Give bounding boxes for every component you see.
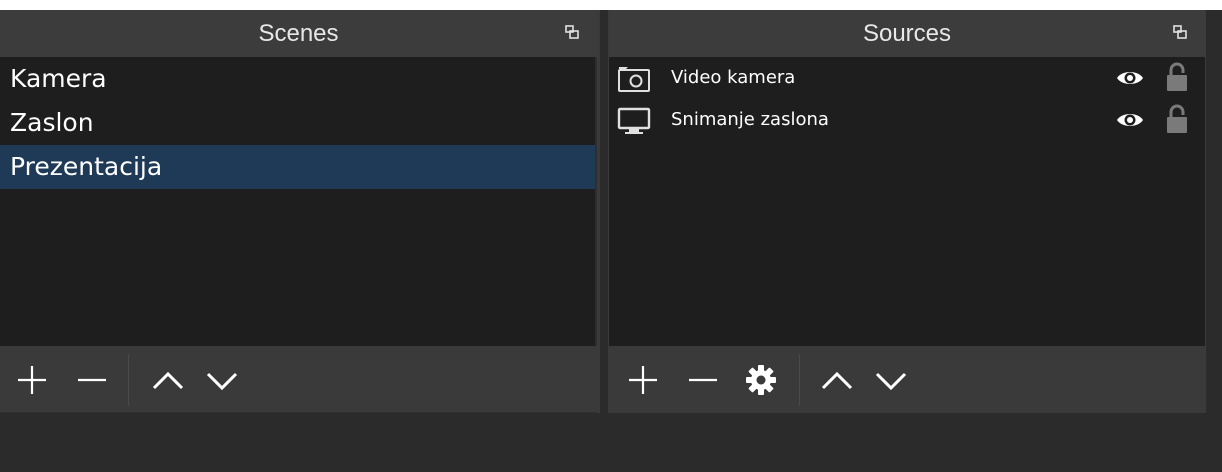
sources-list[interactable]: Video kamera Snimanje zaslona bbox=[609, 57, 1205, 346]
visibility-eye-icon[interactable] bbox=[1115, 67, 1145, 89]
source-item-snimanje-zaslona[interactable]: Snimanje zaslona bbox=[609, 99, 1205, 141]
remove-source-button[interactable] bbox=[683, 360, 723, 400]
add-source-button[interactable] bbox=[623, 360, 663, 400]
camera-icon bbox=[618, 67, 650, 92]
lock-open-icon[interactable] bbox=[1165, 103, 1189, 135]
source-properties-gear-icon[interactable] bbox=[741, 360, 781, 400]
undock-icon[interactable] bbox=[565, 25, 579, 39]
source-label: Snimanje zaslona bbox=[671, 109, 829, 130]
scenes-list[interactable]: Kamera Zaslon Prezentacija bbox=[0, 57, 595, 346]
lock-open-icon[interactable] bbox=[1165, 61, 1189, 93]
scene-item-zaslon[interactable]: Zaslon bbox=[0, 101, 595, 145]
scene-item-kamera[interactable]: Kamera bbox=[0, 57, 595, 101]
scenes-dock-title: Scenes bbox=[0, 10, 597, 57]
scene-label: Prezentacija bbox=[10, 152, 163, 181]
scene-label: Kamera bbox=[10, 64, 107, 93]
monitor-icon bbox=[617, 107, 651, 134]
visibility-eye-icon[interactable] bbox=[1115, 109, 1145, 131]
status-area bbox=[0, 413, 1222, 472]
scenes-toolbar bbox=[0, 346, 597, 412]
undock-icon[interactable] bbox=[1173, 25, 1187, 39]
move-source-down-button[interactable] bbox=[871, 360, 911, 400]
remove-scene-button[interactable] bbox=[72, 360, 112, 400]
add-scene-button[interactable] bbox=[12, 360, 52, 400]
sources-dock-title: Sources bbox=[609, 10, 1205, 57]
sources-dock: Sources Video kamera Snimanje zaslona bbox=[608, 10, 1206, 413]
scene-item-prezentacija[interactable]: Prezentacija bbox=[0, 145, 595, 189]
source-label: Video kamera bbox=[671, 67, 796, 88]
sources-title-text: Sources bbox=[862, 20, 952, 47]
source-item-video-kamera[interactable]: Video kamera bbox=[609, 57, 1205, 99]
move-source-up-button[interactable] bbox=[817, 360, 857, 400]
sources-toolbar bbox=[609, 346, 1205, 412]
toolbar-separator bbox=[799, 354, 800, 406]
scene-label: Zaslon bbox=[10, 108, 94, 137]
scenes-title-text: Scenes bbox=[258, 20, 339, 47]
toolbar-separator bbox=[128, 354, 129, 406]
move-scene-down-button[interactable] bbox=[202, 360, 242, 400]
scenes-dock: Scenes Kamera Zaslon Prezentacija bbox=[0, 10, 600, 413]
move-scene-up-button[interactable] bbox=[148, 360, 188, 400]
top-strip bbox=[0, 0, 1222, 10]
